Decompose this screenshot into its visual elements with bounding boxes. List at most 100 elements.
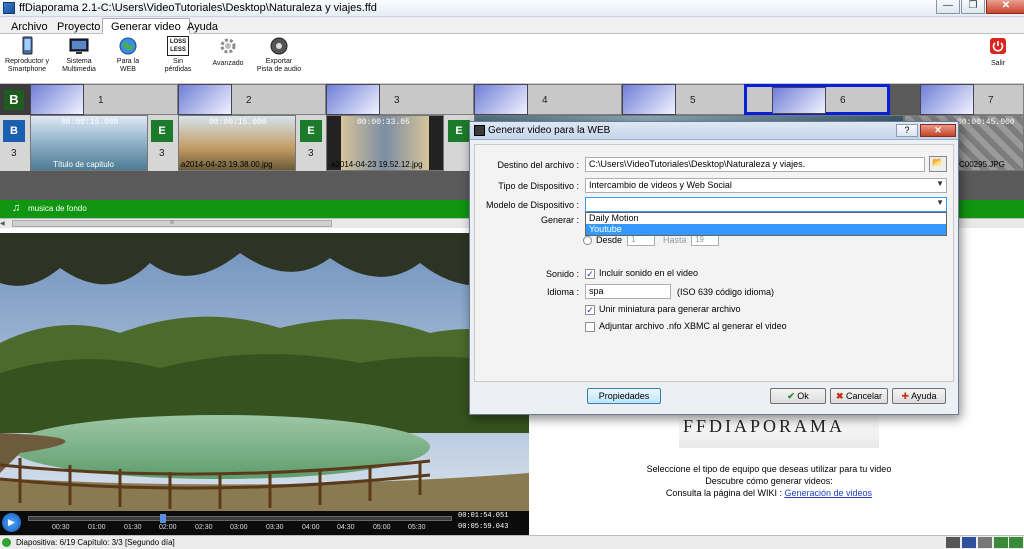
cancel-button[interactable]: ✖ Cancelar: [830, 388, 888, 404]
wiki-link[interactable]: Generación de videos: [785, 488, 873, 498]
idioma-input[interactable]: spa: [585, 284, 671, 299]
slide-thumbnail[interactable]: [622, 84, 676, 115]
slide-number: 2: [246, 95, 252, 106]
media-thumbnail[interactable]: 00:00:15.000 Título de capitulo: [30, 115, 148, 171]
zoom-out-icon[interactable]: [1009, 537, 1023, 548]
help-line-3: Consulta la página del WIKI : Generación…: [529, 488, 1009, 498]
export-audio-button[interactable]: Exportar Pista de audio: [254, 36, 304, 74]
tab-proyecto[interactable]: Proyecto: [48, 18, 109, 34]
status-bar: Diapositiva: 6/19 Capítulo: 3/3 [Segundo…: [0, 535, 1024, 549]
seek-handle[interactable]: [160, 514, 166, 523]
minimize-button[interactable]: —: [936, 0, 960, 14]
sonido-checkbox[interactable]: ✓: [585, 269, 595, 279]
title-bar: ffDiaporama 2.1-C:\Users\VideoTutoriales…: [0, 0, 1024, 17]
browse-folder-icon[interactable]: 📂: [929, 156, 947, 172]
play-icon[interactable]: ▶: [2, 513, 21, 532]
nfo-check-label: Adjuntar archivo .nfo XBMC al generar el…: [599, 321, 787, 331]
total-time: 00:05:59.043: [458, 523, 509, 531]
modelo-select[interactable]: ▼: [585, 197, 947, 212]
ribbon-label: WEB: [120, 66, 136, 73]
dialog-body: Destino del archivo : C:\Users\VideoTuto…: [474, 144, 954, 382]
transition-count: 3: [159, 148, 165, 159]
folder-icon[interactable]: [946, 537, 960, 548]
slide-thumbnail[interactable]: [474, 84, 528, 115]
transition-icon[interactable]: B: [3, 120, 25, 142]
clip-name: C00295.JPG: [959, 160, 1005, 169]
slide-thumbnail[interactable]: [920, 84, 974, 115]
scroll-left-arrow[interactable]: ◀: [0, 220, 8, 227]
web-button[interactable]: Para la WEB: [110, 36, 146, 74]
window-title: ffDiaporama 2.1-C:\Users\VideoTutoriales…: [19, 2, 377, 14]
slide-number: 4: [542, 95, 548, 106]
tick-label: 03:30: [266, 524, 284, 531]
tick-label: 05:00: [373, 524, 391, 531]
help-line-1: Seleccione el tipo de equipo que deseas …: [646, 464, 892, 474]
slide-number: 5: [690, 95, 696, 106]
transition-icon[interactable]: E: [448, 120, 470, 142]
media-thumbnail[interactable]: 00:00:15.000 a2014-04-23 19.38.00.jpg: [178, 115, 296, 171]
destino-input[interactable]: C:\Users\VideoTutoriales\Desktop\Natural…: [585, 157, 925, 172]
hasta-label: Hasta: [663, 235, 687, 245]
player-smartphone-button[interactable]: Reproductor y Smartphone: [4, 36, 50, 74]
tick-label: 01:30: [124, 524, 142, 531]
gear-icon: [218, 36, 238, 56]
help-icon: ✚: [901, 391, 910, 401]
transition-icon[interactable]: E: [151, 120, 173, 142]
ok-button[interactable]: ✔ Ok: [770, 388, 826, 404]
nfo-checkbox[interactable]: [585, 322, 595, 332]
ribbon-label: Multimedia: [62, 66, 96, 73]
time-ruler: 00:30 01:00 01:30 02:00 02:30 03:00 03:3…: [40, 524, 460, 534]
dialog-title-bar: Generar video para la WEB ? ✕: [470, 122, 958, 140]
ribbon-label: Avanzado: [212, 60, 244, 67]
transition-icon[interactable]: E: [300, 120, 322, 142]
slide-thumbnail[interactable]: [30, 84, 84, 115]
slide-preview: [0, 233, 529, 511]
lossless-icon: LOSS LESS: [167, 36, 189, 56]
music-note-icon: ♫: [12, 202, 21, 214]
lossless-button[interactable]: LOSS LESS Sin pérdidas: [158, 36, 198, 74]
grid-icon[interactable]: [962, 537, 976, 548]
close-button[interactable]: ✕: [986, 0, 1024, 14]
chapter-b-icon: B: [4, 90, 24, 110]
miniatura-checkbox[interactable]: ✓: [585, 305, 595, 315]
tipo-select[interactable]: Intercambio de videos y Web Social ▼: [585, 178, 947, 193]
desde-radio[interactable]: [583, 236, 592, 245]
clip-duration: 00:00:15.000: [61, 118, 119, 127]
tab-ayuda[interactable]: Ayuda: [178, 18, 227, 34]
ribbon-label: Smartphone: [7, 66, 47, 73]
help-line-3-prefix: Consulta la página del WIKI :: [665, 488, 785, 498]
tick-label: 00:30: [52, 524, 70, 531]
dialog-close-button[interactable]: ✕: [920, 124, 956, 137]
power-icon: [988, 36, 1008, 56]
dialog-help-button[interactable]: ?: [896, 124, 918, 137]
ribbon: Reproductor y Smartphone Sistema Multime…: [0, 34, 1024, 84]
option-youtube[interactable]: Youtube: [586, 224, 946, 235]
slide-thumbnail[interactable]: [772, 87, 826, 114]
maximize-button[interactable]: ❐: [961, 0, 985, 14]
ayuda-button[interactable]: ✚ Ayuda: [892, 388, 946, 404]
multimedia-system-button[interactable]: Sistema Multimedia: [58, 36, 100, 74]
ribbon-label: Salir: [990, 60, 1005, 67]
exit-button[interactable]: Salir: [984, 36, 1012, 68]
slide-thumbnail[interactable]: [326, 84, 380, 115]
ok-label: Ok: [797, 391, 809, 401]
tick-label: 04:30: [337, 524, 355, 531]
tab-generar-video[interactable]: Generar video: [102, 18, 190, 34]
multimedia-icon: [69, 36, 89, 56]
seek-bar[interactable]: [28, 516, 452, 521]
option-daily-motion[interactable]: Daily Motion: [586, 213, 946, 224]
ribbon-label: Pista de audio: [256, 66, 302, 73]
propiedades-button[interactable]: Propiedades: [587, 388, 661, 404]
check-icon: ✔: [787, 391, 795, 401]
media-thumbnail[interactable]: 00:00:33.05 a2014-04-23 19.52.12.jpg: [326, 115, 444, 171]
status-led-icon: [2, 538, 11, 547]
globe-icon: [118, 36, 138, 56]
zoom-in-icon[interactable]: [994, 537, 1008, 548]
logo-text: FFDIAPORAMA: [683, 416, 846, 436]
slide-thumbnail[interactable]: [178, 84, 232, 115]
view-icon[interactable]: [978, 537, 992, 548]
advanced-button[interactable]: Avanzado: [208, 36, 248, 68]
scroll-thumb[interactable]: lll: [12, 220, 332, 227]
ribbon-label: Exportar: [265, 58, 293, 65]
chapter-marker: B: [0, 84, 30, 115]
